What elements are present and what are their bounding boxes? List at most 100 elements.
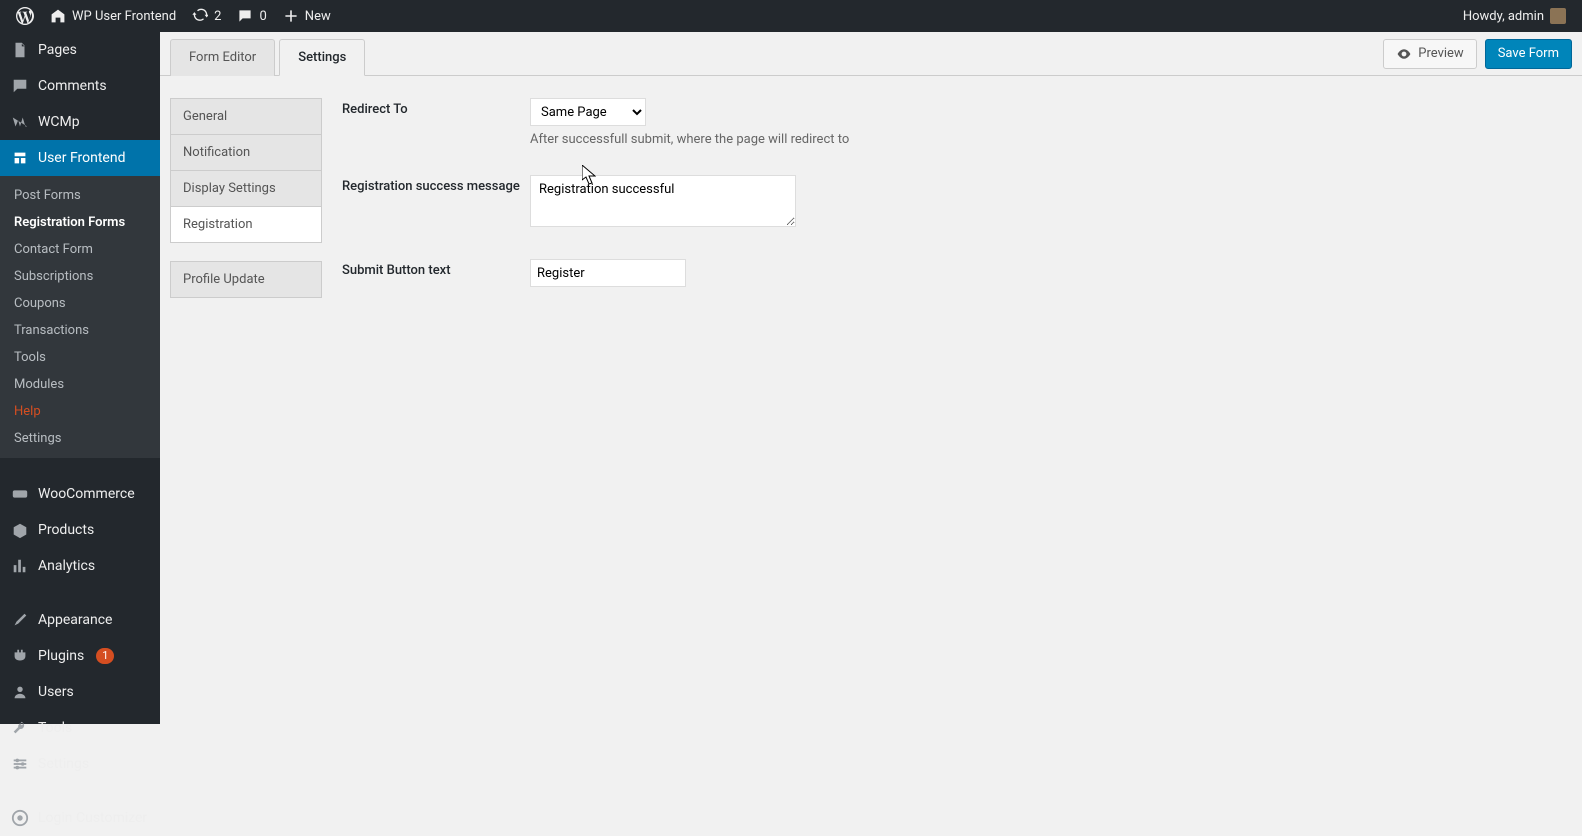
- content-area: Form Editor Settings Preview Save Form G…: [160, 32, 1582, 724]
- plugins-count-badge: 1: [96, 648, 114, 664]
- menu-login-customizer[interactable]: Login Customizer: [0, 800, 160, 836]
- tab-form-editor[interactable]: Form Editor: [170, 39, 275, 76]
- updates-count: 2: [214, 9, 221, 24]
- plugins-icon: [10, 646, 30, 666]
- account-link[interactable]: Howdy, admin: [1455, 0, 1574, 32]
- appearance-icon: [10, 610, 30, 630]
- row-redirect-to: Redirect To Same Page After successfull …: [342, 98, 1572, 147]
- avatar-icon: [1550, 8, 1566, 24]
- row-success-message: Registration success message: [342, 175, 1572, 231]
- submenu-transactions[interactable]: Transactions: [0, 317, 160, 344]
- settings-form: Redirect To Same Page After successfull …: [342, 98, 1572, 315]
- menu-user-frontend-label: User Frontend: [38, 150, 125, 166]
- menu-users-label: Users: [38, 684, 74, 700]
- menu-analytics-label: Analytics: [38, 558, 95, 574]
- menu-woocommerce-label: WooCommerce: [38, 486, 135, 502]
- settings-nav: General Notification Display Settings Re…: [170, 98, 322, 315]
- tabs-right: Preview Save Form: [1383, 39, 1572, 75]
- label-redirect-to: Redirect To: [342, 98, 530, 117]
- label-success-message: Registration success message: [342, 175, 530, 194]
- submenu-post-forms[interactable]: Post Forms: [0, 182, 160, 209]
- tab-settings[interactable]: Settings: [279, 39, 365, 76]
- site-name-link[interactable]: WP User Frontend: [42, 0, 184, 32]
- submenu-subscriptions[interactable]: Subscriptions: [0, 263, 160, 290]
- save-form-label: Save Form: [1498, 47, 1559, 60]
- redirect-desc: After successfull submit, where the page…: [530, 132, 849, 147]
- menu-analytics[interactable]: Analytics: [0, 548, 160, 584]
- menu-products[interactable]: Products: [0, 512, 160, 548]
- updates-link[interactable]: 2: [184, 0, 229, 32]
- admin-bar-right: Howdy, admin: [1455, 0, 1574, 32]
- analytics-icon: [10, 556, 30, 576]
- eye-icon: [1396, 46, 1412, 62]
- tabs-left: Form Editor Settings: [170, 38, 369, 75]
- menu-wcmp-label: WCMp: [38, 114, 80, 130]
- menu-pages-label: Pages: [38, 42, 77, 58]
- howdy-label: Howdy, admin: [1463, 9, 1544, 24]
- settings-nav-profile-update[interactable]: Profile Update: [170, 261, 322, 298]
- menu-woocommerce[interactable]: WooCommerce: [0, 476, 160, 512]
- menu-settings-label: Settings: [38, 756, 89, 772]
- comments-menu-icon: [10, 76, 30, 96]
- settings-nav-general[interactable]: General: [170, 98, 322, 135]
- menu-plugins-label: Plugins: [38, 648, 84, 664]
- tabs-row: Form Editor Settings Preview Save Form: [160, 32, 1582, 76]
- menu-appearance[interactable]: Appearance: [0, 602, 160, 638]
- submit-text-input[interactable]: [530, 259, 686, 287]
- comments-link[interactable]: 0: [229, 0, 274, 32]
- submenu-tools[interactable]: Tools: [0, 344, 160, 371]
- new-content-link[interactable]: New: [275, 0, 339, 32]
- wordpress-icon: [16, 7, 34, 25]
- submenu-modules[interactable]: Modules: [0, 371, 160, 398]
- redirect-to-select[interactable]: Same Page: [530, 98, 646, 126]
- success-message-textarea[interactable]: [530, 175, 796, 227]
- comments-icon: [237, 8, 253, 24]
- update-icon: [192, 8, 208, 24]
- preview-label: Preview: [1418, 47, 1463, 60]
- admin-bar-left: WP User Frontend 2 0 New: [8, 0, 339, 32]
- settings-nav-notification[interactable]: Notification: [170, 135, 322, 171]
- settings-nav-registration[interactable]: Registration: [170, 207, 322, 243]
- products-icon: [10, 520, 30, 540]
- settings-body: General Notification Display Settings Re…: [160, 76, 1582, 337]
- plus-icon: [283, 8, 299, 24]
- menu-plugins[interactable]: Plugins 1: [0, 638, 160, 674]
- menu-login-customizer-label: Login Customizer: [38, 810, 147, 826]
- menu-appearance-label: Appearance: [38, 612, 112, 628]
- settings-nav-display[interactable]: Display Settings: [170, 171, 322, 207]
- woocommerce-icon: [10, 484, 30, 504]
- submenu-registration-forms[interactable]: Registration Forms: [0, 209, 160, 236]
- menu-comments-label: Comments: [38, 78, 107, 94]
- user-frontend-icon: [10, 148, 30, 168]
- save-form-button[interactable]: Save Form: [1485, 39, 1572, 69]
- submenu-contact-form[interactable]: Contact Form: [0, 236, 160, 263]
- admin-sidebar: Pages Comments WCMp User Frontend Post F…: [0, 32, 160, 724]
- comments-count: 0: [259, 9, 266, 24]
- login-customizer-icon: [10, 808, 30, 828]
- pages-icon: [10, 40, 30, 60]
- menu-tools-label: Tools: [38, 720, 72, 736]
- users-icon: [10, 682, 30, 702]
- menu-tools[interactable]: Tools: [0, 710, 160, 746]
- wp-logo[interactable]: [8, 0, 42, 32]
- menu-pages[interactable]: Pages: [0, 32, 160, 68]
- wcmp-icon: [10, 112, 30, 132]
- menu-comments[interactable]: Comments: [0, 68, 160, 104]
- menu-wcmp[interactable]: WCMp: [0, 104, 160, 140]
- label-submit-text: Submit Button text: [342, 259, 530, 278]
- home-icon: [50, 8, 66, 24]
- site-name-label: WP User Frontend: [72, 9, 176, 24]
- menu-user-frontend[interactable]: User Frontend: [0, 140, 160, 176]
- menu-users[interactable]: Users: [0, 674, 160, 710]
- submenu-help[interactable]: Help: [0, 398, 160, 425]
- submenu-user-frontend: Post Forms Registration Forms Contact Fo…: [0, 176, 160, 458]
- submenu-settings[interactable]: Settings: [0, 425, 160, 452]
- preview-button[interactable]: Preview: [1383, 39, 1476, 69]
- menu-settings[interactable]: Settings: [0, 746, 160, 782]
- menu-products-label: Products: [38, 522, 94, 538]
- new-label: New: [305, 9, 331, 24]
- tools-icon: [10, 718, 30, 738]
- admin-bar: WP User Frontend 2 0 New Howdy, admin: [0, 0, 1582, 32]
- row-submit-text: Submit Button text: [342, 259, 1572, 287]
- submenu-coupons[interactable]: Coupons: [0, 290, 160, 317]
